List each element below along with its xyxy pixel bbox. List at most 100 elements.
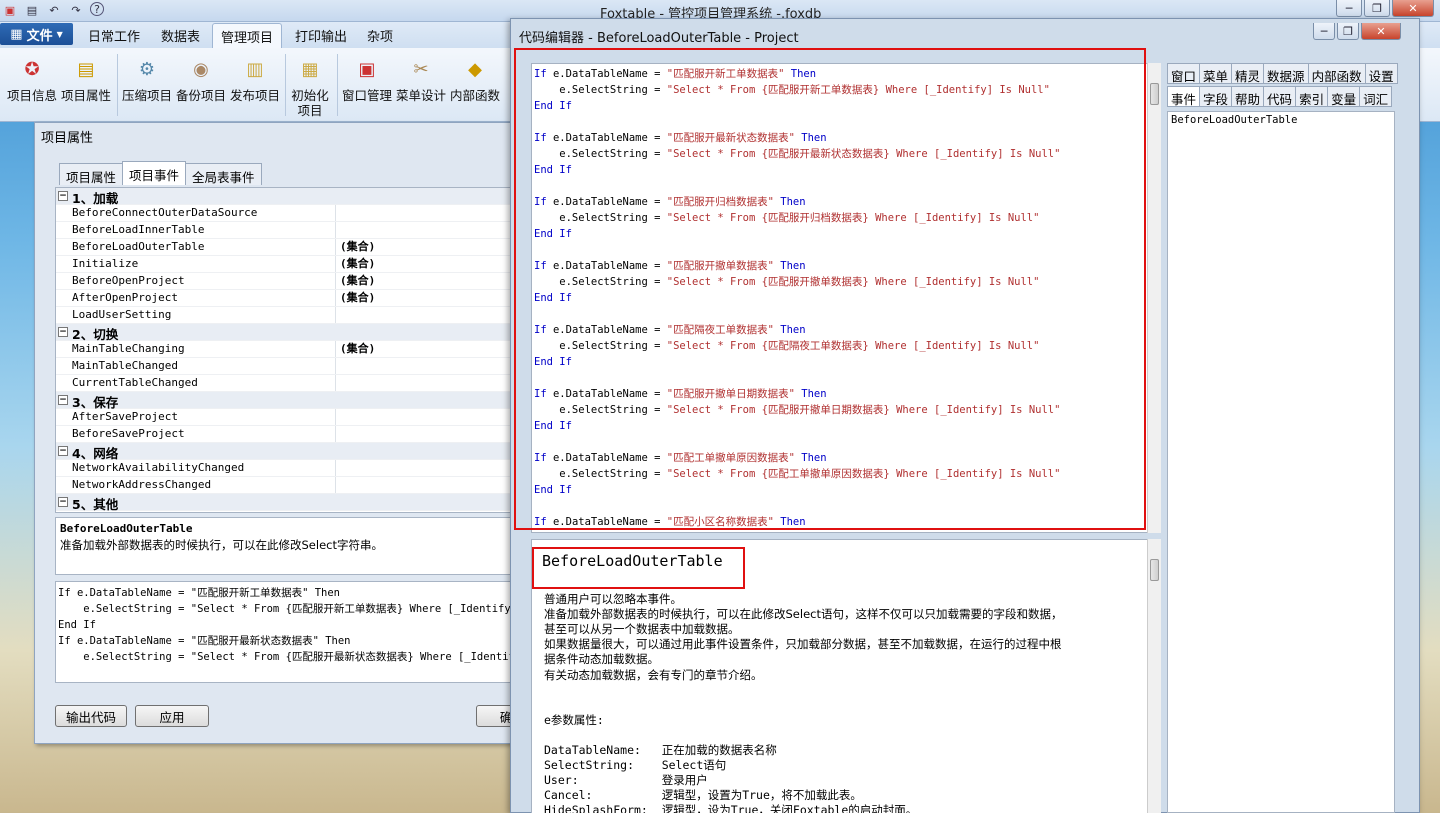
tab-manage-project[interactable]: 管理项目 <box>212 23 283 49</box>
close-icon[interactable]: ✕ <box>1392 0 1434 17</box>
close-icon[interactable]: ✕ <box>1361 23 1401 40</box>
app-logo-icon[interactable]: ▣ <box>2 2 18 18</box>
grid-event-name: Initialize <box>56 256 336 272</box>
grid-event-row[interactable]: MainTableChanging (集合) <box>56 341 518 358</box>
collapse-icon[interactable]: − <box>58 191 68 201</box>
maximize-icon[interactable]: ❐ <box>1364 0 1390 17</box>
right-tab[interactable]: 索引 <box>1295 86 1329 107</box>
grid-event-row[interactable]: BeforeConnectOuterDataSource <box>56 205 518 222</box>
tab-project-properties[interactable]: 项目属性 <box>59 163 124 185</box>
right-tab[interactable]: 内部函数 <box>1307 63 1366 84</box>
grid-event-row[interactable]: LoadUserSetting <box>56 307 518 324</box>
code-scrollbar[interactable] <box>1147 63 1161 533</box>
grid-category-row[interactable]: −5、其他 <box>56 494 518 512</box>
right-tab[interactable]: 菜单 <box>1199 63 1233 84</box>
compress-project-button[interactable]: ⚙ 压缩项目 <box>121 54 173 103</box>
grid-category-row[interactable]: −3、保存 <box>56 392 518 410</box>
redo-icon[interactable]: ↷ <box>68 2 84 18</box>
grid-event-row[interactable]: CurrentTableChanged <box>56 375 518 392</box>
right-tab[interactable]: 设置 <box>1364 63 1398 84</box>
export-code-button[interactable]: 输出代码 <box>55 705 127 727</box>
tab-print-output[interactable]: 打印输出 <box>295 26 347 45</box>
grid-event-row[interactable]: Initialize (集合) <box>56 256 518 273</box>
right-tab[interactable]: 窗口 <box>1167 63 1201 84</box>
help-line: 准备加载外部数据表的时候执行，可以在此修改Select语句，这样不仅可以只加载需… <box>544 607 1063 622</box>
grid-event-row[interactable]: NetworkAvailabilityChanged <box>56 460 518 477</box>
tab-project-events[interactable]: 项目事件 <box>122 161 187 185</box>
right-tab[interactable]: 代码 <box>1263 86 1297 107</box>
minimize-icon[interactable]: ─ <box>1313 23 1335 40</box>
help-line: 据条件动态加载数据。 <box>544 652 659 667</box>
grid-category-label: 1、加载 <box>72 191 119 206</box>
grid-category-label: 5、其他 <box>72 497 119 512</box>
project-info-button[interactable]: ✪ 项目信息 <box>6 54 58 103</box>
grid-event-name: BeforeOpenProject <box>56 273 336 289</box>
collapse-icon[interactable]: − <box>58 497 68 507</box>
help-scrollbar[interactable] <box>1147 539 1161 813</box>
right-tabs-row1: 窗口 菜单 精灵 数据源 内部函数 设置 <box>1167 63 1398 84</box>
code-line: e.SelectString = "Select * From {匹配服开新工单… <box>58 603 518 615</box>
grid-event-value <box>336 426 340 442</box>
initialize-project-button[interactable]: ▦ 初始化 项目 <box>288 54 332 118</box>
tab-daily-work[interactable]: 日常工作 <box>88 26 140 45</box>
grid-event-name: CurrentTableChanged <box>56 375 336 391</box>
window-manage-button[interactable]: ▣ 窗口管理 <box>340 54 394 103</box>
apply-button[interactable]: 应用 <box>135 705 209 727</box>
backup-project-button[interactable]: ◉ 备份项目 <box>175 54 227 103</box>
save-icon[interactable]: ▤ <box>24 2 40 18</box>
scrollbar-thumb[interactable] <box>1150 83 1159 105</box>
help-line: 甚至可以从另一个数据表中加载数据。 <box>544 622 740 637</box>
grid-event-row[interactable]: BeforeLoadOuterTable (集合) <box>56 239 518 256</box>
right-tab[interactable]: 帮助 <box>1231 86 1265 107</box>
right-tab[interactable]: 数据源 <box>1263 63 1309 84</box>
dialog-tabs: 项目属性 项目事件 全局表事件 <box>59 161 262 185</box>
grid-event-row[interactable]: BeforeSaveProject <box>56 426 518 443</box>
grid-category-label: 3、保存 <box>72 395 119 410</box>
code-line: End If <box>58 619 96 631</box>
file-menu-button[interactable]: ▦ 文件 ▼ <box>0 23 73 45</box>
right-tab[interactable]: 精灵 <box>1231 63 1265 84</box>
right-tab[interactable]: 词汇 <box>1359 86 1393 107</box>
grid-event-name: MainTableChanged <box>56 358 336 374</box>
code-preview[interactable]: If e.DataTableName = "匹配服开新工单数据表" Then e… <box>55 581 519 683</box>
compress-icon: ⚙ <box>138 58 156 80</box>
grid-category-label: 4、网络 <box>72 446 119 461</box>
undo-icon[interactable]: ↶ <box>46 2 62 18</box>
app-window-controls: ─ ❐ ✕ <box>1336 0 1434 17</box>
menu-design-button[interactable]: ✂ 菜单设计 <box>394 54 448 103</box>
collapse-icon[interactable]: − <box>58 446 68 456</box>
grid-event-row[interactable]: BeforeOpenProject (集合) <box>56 273 518 290</box>
grid-event-row[interactable]: NetworkAddressChanged <box>56 477 518 494</box>
grid-icon: ▦ <box>10 26 23 42</box>
grid-category-row[interactable]: −2、切换 <box>56 324 518 342</box>
right-tab[interactable]: 字段 <box>1199 86 1233 107</box>
help-icon[interactable]: ? <box>90 2 104 16</box>
dialog-title: 项目属性 <box>41 131 94 146</box>
ribbon-separator <box>285 54 286 116</box>
certificate-icon: ✪ <box>24 58 40 80</box>
project-properties-button[interactable]: ▤ 项目属性 <box>60 54 112 103</box>
grid-event-row[interactable]: MainTableChanged <box>56 358 518 375</box>
publish-project-button[interactable]: ▥ 发布项目 <box>229 54 281 103</box>
collapse-icon[interactable]: − <box>58 395 68 405</box>
properties-icon: ▤ <box>77 58 95 80</box>
scrollbar-thumb[interactable] <box>1150 559 1159 581</box>
tab-misc[interactable]: 杂项 <box>367 26 393 45</box>
grid-event-row[interactable]: AfterOpenProject (集合) <box>56 290 518 307</box>
collapse-icon[interactable]: − <box>58 327 68 337</box>
grid-event-name: NetworkAvailabilityChanged <box>56 460 336 476</box>
tab-data-table[interactable]: 数据表 <box>161 26 200 45</box>
maximize-icon[interactable]: ❐ <box>1337 23 1359 40</box>
right-tab[interactable]: 变量 <box>1327 86 1361 107</box>
grid-category-row[interactable]: −1、加载 <box>56 188 518 206</box>
right-tab[interactable]: 事件 <box>1167 86 1201 107</box>
minimize-icon[interactable]: ─ <box>1336 0 1362 17</box>
event-list-item[interactable]: BeforeLoadOuterTable <box>1171 114 1391 126</box>
highlight-box <box>514 48 1146 530</box>
tab-global-table-events[interactable]: 全局表事件 <box>185 163 262 185</box>
internal-functions-button[interactable]: ◆ 内部函数 <box>448 54 502 103</box>
grid-event-row[interactable]: AfterSaveProject <box>56 409 518 426</box>
grid-category-row[interactable]: −4、网络 <box>56 443 518 461</box>
grid-event-row[interactable]: BeforeLoadInnerTable <box>56 222 518 239</box>
event-property-grid: −1、加载 BeforeConnectOuterDataSource BeforeL… <box>55 187 519 513</box>
